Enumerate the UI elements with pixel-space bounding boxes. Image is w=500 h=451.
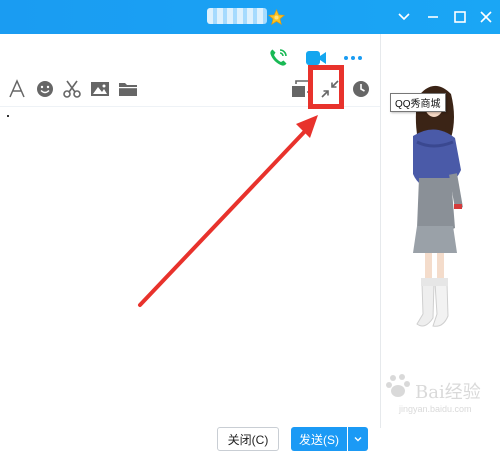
blurred-contact-name <box>207 8 267 24</box>
send-button[interactable]: 发送(S) <box>291 427 347 451</box>
highlight-box <box>308 65 344 109</box>
phone-call-icon[interactable] <box>266 46 290 70</box>
font-icon[interactable] <box>6 78 28 100</box>
title-bar <box>0 0 500 34</box>
close-button[interactable]: 关闭(C) <box>217 427 279 451</box>
emoji-icon[interactable] <box>34 78 56 100</box>
chevron-down-icon <box>354 437 362 442</box>
window-title <box>0 0 1 1</box>
close-icon[interactable] <box>477 8 495 26</box>
scissors-icon[interactable] <box>61 78 83 100</box>
minimize-icon[interactable] <box>424 8 442 26</box>
text-cursor <box>7 115 9 117</box>
send-options-button[interactable] <box>348 427 368 451</box>
image-icon[interactable] <box>89 78 111 100</box>
folder-icon[interactable] <box>117 78 139 100</box>
chevron-down-icon[interactable] <box>395 8 413 26</box>
maximize-icon[interactable] <box>451 8 469 26</box>
watermark-text: Bai经验 <box>415 382 481 403</box>
more-icon[interactable] <box>341 46 365 70</box>
star-icon <box>268 9 285 26</box>
qq-show-tooltip: QQ秀商城 <box>390 93 446 112</box>
paw-icon <box>386 374 410 397</box>
qq-show-avatar[interactable] <box>395 78 475 338</box>
watermark-subtext: jingyan.baidu.com <box>399 404 472 414</box>
history-clock-icon[interactable] <box>350 78 372 100</box>
baidu-watermark: Bai经验 jingyan.baidu.com <box>385 372 495 422</box>
